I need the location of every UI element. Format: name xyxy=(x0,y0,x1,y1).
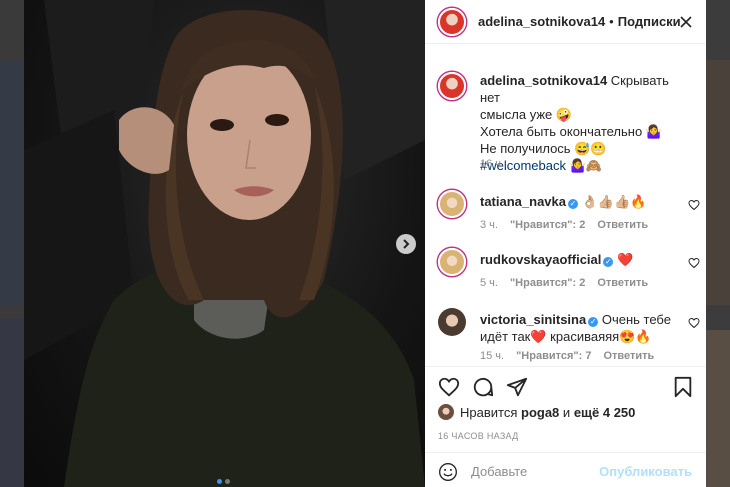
comment-time: 3 ч. xyxy=(480,219,498,231)
comment-content: 👌🏼👍🏼👍🏼🔥 xyxy=(581,194,647,209)
header-separator: • xyxy=(609,14,614,29)
comment-time: 15 ч. xyxy=(480,350,505,362)
post-header: adelina_sotnikova14 • Подписки xyxy=(425,0,706,44)
comment-meta: 5 ч. "Нравится": 2 Ответить xyxy=(480,277,648,289)
comment-content: ❤️ xyxy=(617,252,634,267)
post-actions xyxy=(425,366,706,406)
likes-count[interactable]: ещё 4 250 xyxy=(574,405,636,420)
comment-icon[interactable] xyxy=(472,376,494,398)
carousel-dot-2 xyxy=(225,479,230,484)
emoji-icon[interactable] xyxy=(438,462,458,482)
comment-username[interactable]: victoria_sinitsina xyxy=(480,312,586,327)
comment-like-icon[interactable] xyxy=(688,199,700,211)
verified-icon: ✓ xyxy=(603,257,614,267)
comment-time: 5 ч. xyxy=(480,277,498,289)
post-timestamp[interactable]: 16 ЧАСОВ НАЗАД xyxy=(438,431,519,441)
verified-icon: ✓ xyxy=(588,317,599,327)
hashtag-emoji: 🤷‍♀️🙈 xyxy=(569,158,602,173)
carousel-dots xyxy=(217,479,230,484)
caption-text: adelina_sotnikova14 Скрывать нет смысла … xyxy=(480,72,685,174)
add-comment-bar: Опубликовать xyxy=(425,452,706,487)
carousel-dot-1 xyxy=(217,479,222,484)
next-arrow-icon xyxy=(403,239,410,249)
comment-text: rudkovskayaofficial ✓ ❤️ xyxy=(480,251,685,268)
comment-content-line-2: идёт так❤️ красиваяяя😍🔥 xyxy=(480,329,652,344)
comment-avatar[interactable] xyxy=(438,308,466,336)
caption-line-2: смысла уже 🤪 xyxy=(480,107,573,122)
comment-username[interactable]: rudkovskayaofficial xyxy=(480,252,601,267)
caption-meta: 16 ч. xyxy=(480,158,504,170)
backdrop-left xyxy=(0,0,24,487)
carousel-next-button[interactable] xyxy=(396,234,416,254)
comment-avatar[interactable] xyxy=(438,248,466,276)
comment-reply-button[interactable]: Ответить xyxy=(603,350,654,362)
author-avatar[interactable] xyxy=(438,7,466,36)
comment-text: victoria_sinitsina ✓ Очень тебе идёт так❤… xyxy=(480,311,685,345)
bookmark-icon[interactable] xyxy=(673,376,693,398)
publish-button[interactable]: Опубликовать xyxy=(599,464,692,479)
photo-illustration xyxy=(24,0,425,487)
liker-avatar[interactable] xyxy=(438,404,454,420)
author-username[interactable]: adelina_sotnikova14 xyxy=(478,14,605,29)
comment-text: tatiana_navka ✓ 👌🏼👍🏼👍🏼🔥 xyxy=(480,193,685,210)
following-button[interactable]: Подписки xyxy=(618,14,681,29)
more-icon[interactable] xyxy=(679,15,693,29)
comment-likes[interactable]: "Нравится": 7 xyxy=(516,350,591,362)
comment-like-icon[interactable] xyxy=(688,317,700,329)
likes-summary: Нравится poga8 и ещё 4 250 xyxy=(438,404,635,420)
comment-likes[interactable]: "Нравится": 2 xyxy=(510,277,585,289)
likes-prefix: Нравится xyxy=(460,404,518,420)
comment-like-icon[interactable] xyxy=(688,257,700,269)
caption-username[interactable]: adelina_sotnikova14 xyxy=(480,73,607,88)
heart-icon[interactable] xyxy=(438,376,460,398)
comment-avatar[interactable] xyxy=(438,190,466,218)
comment-meta: 3 ч. "Нравится": 2 Ответить xyxy=(480,219,648,231)
caption-avatar[interactable] xyxy=(438,72,466,100)
comment-reply-button[interactable]: Ответить xyxy=(597,277,648,289)
post-photo xyxy=(24,0,425,487)
comment-username[interactable]: tatiana_navka xyxy=(480,194,566,209)
caption-time: 16 ч. xyxy=(480,158,505,170)
liker-username[interactable]: poga8 xyxy=(521,405,559,420)
comment-likes[interactable]: "Нравится": 2 xyxy=(510,219,585,231)
comment-meta: 15 ч. "Нравится": 7 Ответить xyxy=(480,350,654,362)
comment-reply-button[interactable]: Ответить xyxy=(597,219,648,231)
backdrop-right xyxy=(706,0,730,487)
caption-line-4: Не получилось 😅😬 xyxy=(480,141,607,156)
caption-line-3: Хотела быть окончательно 🤷‍♀️ xyxy=(480,124,662,139)
likes-middle: и xyxy=(562,404,571,420)
share-icon[interactable] xyxy=(506,376,528,398)
comment-content: Очень тебе xyxy=(601,312,671,327)
verified-icon: ✓ xyxy=(568,199,578,209)
post-sidebar: adelina_sotnikova14 • Подписки adelina_s… xyxy=(425,0,706,487)
